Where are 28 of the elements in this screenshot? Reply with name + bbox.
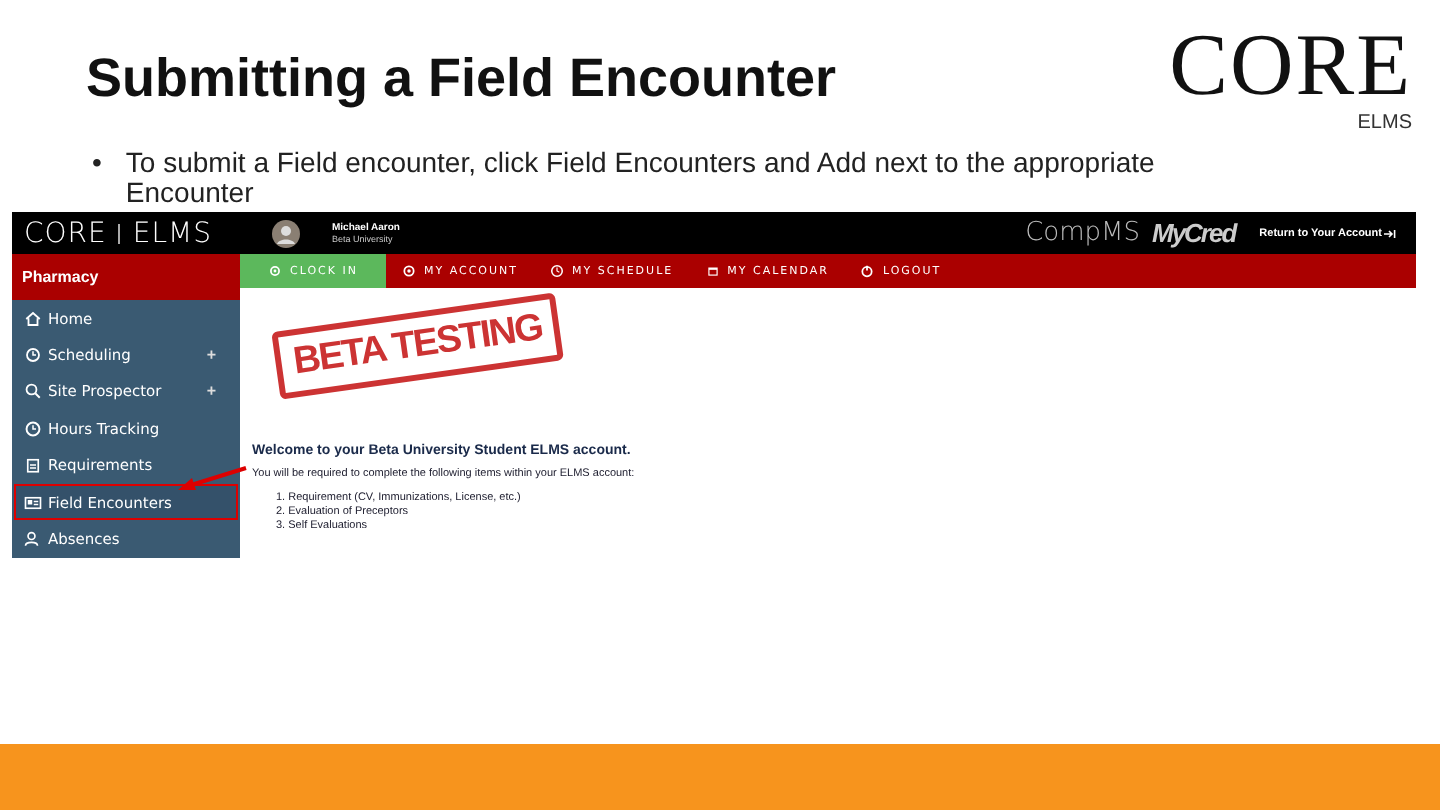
brand-logo[interactable]: CompMS [1025, 218, 1140, 248]
avatar-icon [272, 219, 300, 247]
logo-subtitle: ELMS [1357, 112, 1412, 134]
clock-icon [550, 264, 565, 278]
clock-icon [24, 419, 42, 438]
brand-logo[interactable]: MyCred [1151, 218, 1236, 248]
search-icon [24, 382, 42, 401]
home-icon [24, 309, 42, 328]
gear-icon [401, 264, 416, 278]
exit-icon [1384, 227, 1396, 239]
program-name: Pharmacy [12, 254, 240, 300]
beta-testing-stamp: BETA TESTING [271, 292, 565, 400]
id-card-icon [24, 493, 42, 512]
expand-toggle[interactable]: + [206, 346, 216, 365]
slide-title: Submitting a Field Encounter [86, 46, 837, 112]
app-logo-subtitle: ELMS [132, 217, 212, 249]
app-logo: CORE [24, 217, 107, 249]
annotation-arrow [176, 466, 248, 494]
logo: CORE [1169, 20, 1412, 112]
gear-icon [268, 264, 282, 278]
bullet-marker: • [92, 148, 102, 182]
bullet-text: To submit a Field encounter, click Field Encounters and Add next to the appropriate Encounter [125, 148, 1157, 208]
calendar-icon [705, 264, 720, 278]
clock-icon [24, 346, 42, 365]
user-icon [24, 530, 42, 549]
expand-toggle[interactable]: + [206, 382, 216, 401]
clipboard-icon [24, 456, 42, 475]
power-icon [860, 264, 875, 278]
